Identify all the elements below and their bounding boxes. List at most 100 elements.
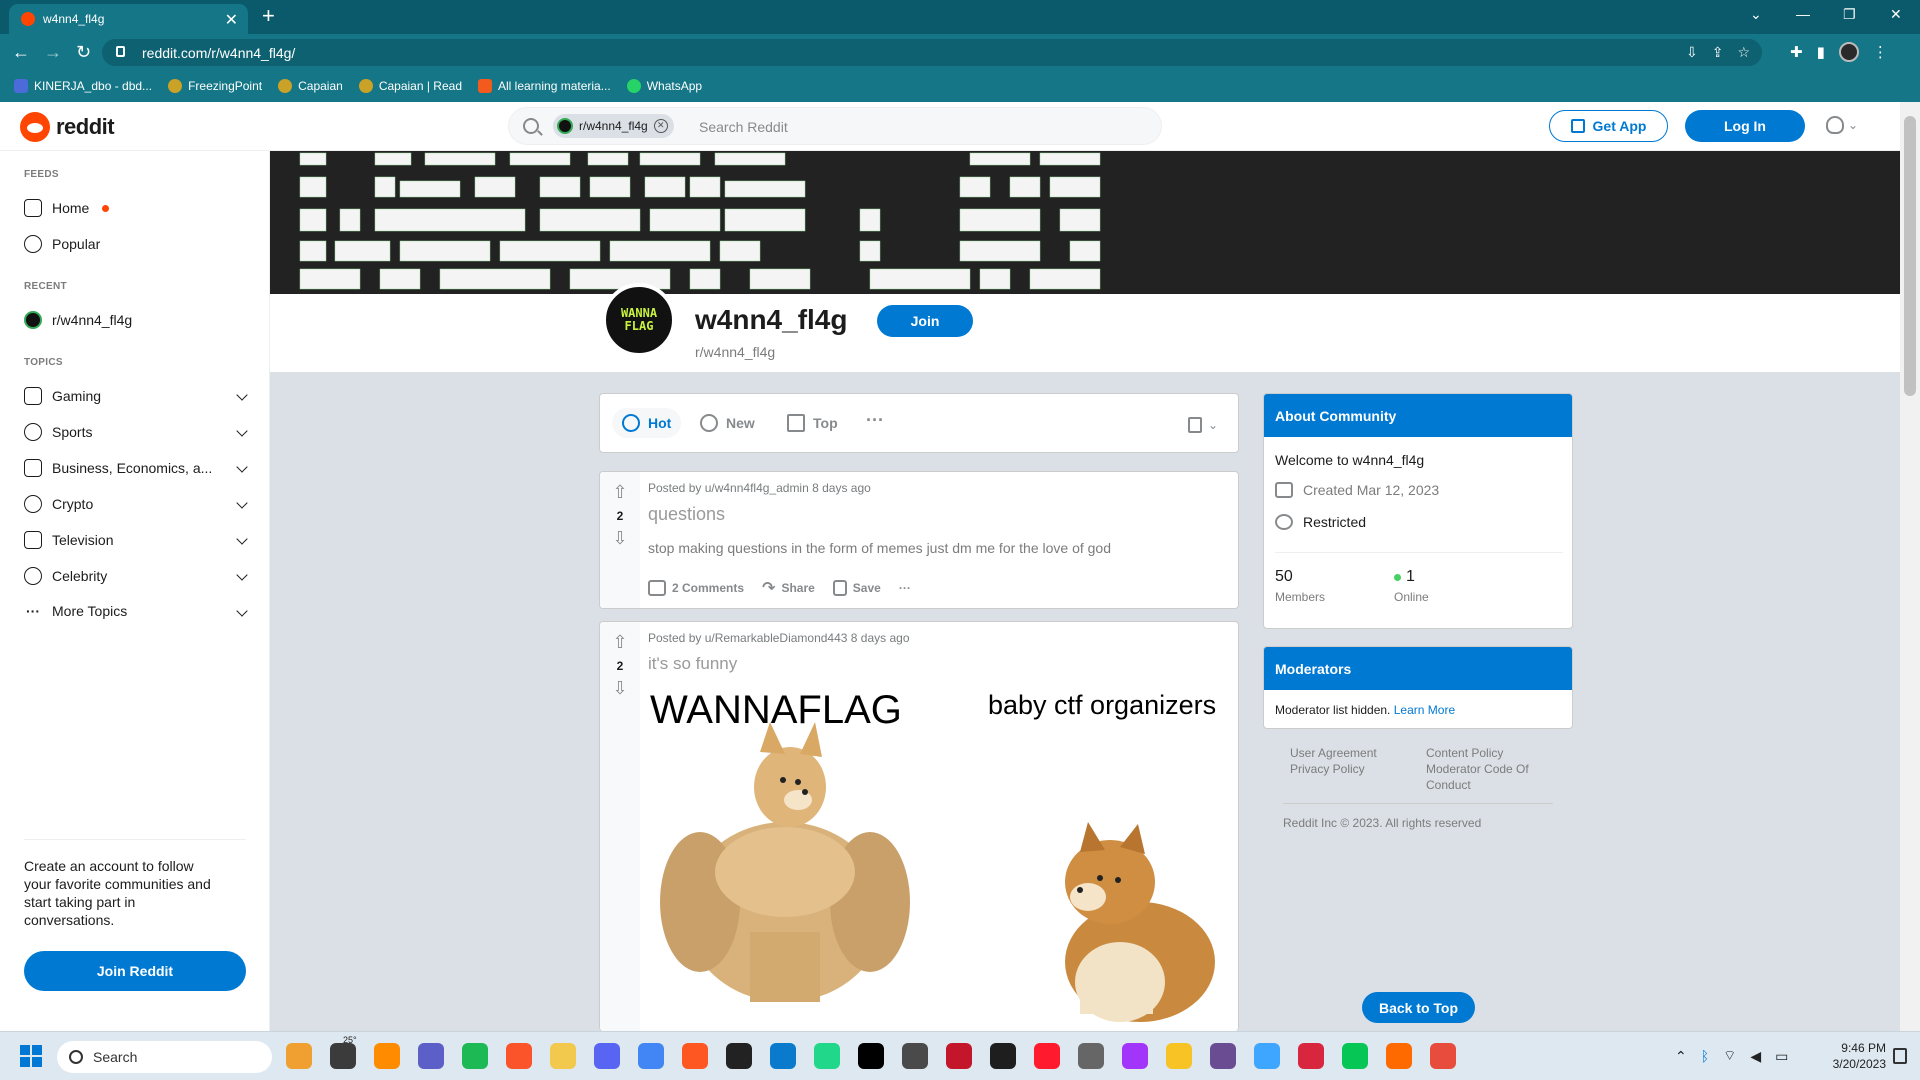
bookmark-item[interactable]: Capaian (278, 79, 343, 93)
upvote-icon[interactable]: ⇧ (611, 632, 629, 652)
taskbar-app-icon[interactable] (462, 1043, 488, 1069)
taskbar-app-icon[interactable] (1298, 1043, 1324, 1069)
taskbar-app-icon[interactable] (726, 1043, 752, 1069)
reddit-logo[interactable]: reddit (20, 112, 115, 142)
join-button[interactable]: Join (877, 305, 973, 337)
sidebar-item-gaming[interactable]: Gaming (24, 387, 248, 405)
taskbar-search-input[interactable]: Search (57, 1041, 272, 1073)
tab-close-button[interactable]: ✕ (225, 10, 238, 30)
post-title[interactable]: questions (648, 504, 725, 525)
back-to-top-button[interactable]: Back to Top (1362, 992, 1475, 1023)
taskbar-app-icon[interactable] (1034, 1043, 1060, 1069)
sidebar-item-popular[interactable]: Popular (24, 235, 246, 253)
sort-hot-button[interactable]: Hot (612, 408, 682, 438)
post-title[interactable]: it's so funny (648, 654, 737, 674)
taskbar-app-icon[interactable] (770, 1043, 796, 1069)
post-more-button[interactable]: ··· (899, 581, 911, 595)
taskbar-app-icon[interactable] (374, 1043, 400, 1069)
sidebar-item-business[interactable]: Business, Economics, a... (24, 459, 248, 477)
post-card[interactable]: ⇧ 2 ⇩ Posted by u/RemarkableDiamond443 8… (599, 621, 1239, 1031)
meme-image[interactable]: WANNAFLAG baby ctf organizers (640, 682, 1238, 1031)
battery-icon[interactable]: ▭ (1775, 1048, 1788, 1065)
back-icon[interactable]: ← (12, 42, 30, 63)
sort-top-button[interactable]: Top (787, 414, 838, 432)
taskbar-app-icon[interactable] (946, 1043, 972, 1069)
moderator-code-link[interactable]: Moderator Code Of (1426, 761, 1529, 777)
sidebar-item-more-topics[interactable]: ··· More Topics (24, 603, 248, 619)
taskbar-app-icon[interactable] (286, 1043, 312, 1069)
side-panel-icon[interactable]: ▮ (1817, 43, 1825, 61)
comments-button[interactable]: 2 Comments (648, 580, 744, 596)
upvote-icon[interactable]: ⇧ (611, 482, 629, 502)
taskbar-app-icon[interactable] (418, 1043, 444, 1069)
taskbar-clock[interactable]: 9:46 PM 3/20/2023 (1822, 1040, 1886, 1072)
profile-avatar[interactable] (1838, 42, 1859, 62)
omnibox[interactable]: reddit.com/r/w4nn4_fl4g/ ⇩ ⇪ ☆ (102, 39, 1762, 66)
volume-icon[interactable]: ◀ (1750, 1048, 1761, 1065)
bookmark-item[interactable]: FreezingPoint (168, 79, 262, 93)
taskbar-app-icon[interactable] (1166, 1043, 1192, 1069)
sidebar-item-celebrity[interactable]: Celebrity (24, 567, 248, 585)
taskbar-app-icon[interactable] (902, 1043, 928, 1069)
reload-icon[interactable]: ↻ (76, 42, 91, 63)
layout-toggle[interactable]: ⌄ (1188, 416, 1218, 434)
sidebar-item-crypto[interactable]: Crypto (24, 495, 248, 513)
tab-search-icon[interactable]: ⌄ (1750, 6, 1762, 23)
wifi-icon[interactable]: ⌔ (1723, 1047, 1736, 1065)
sort-more-button[interactable]: ··· (866, 410, 884, 431)
notification-icon[interactable] (1893, 1048, 1907, 1064)
chevron-up-icon[interactable]: ⌃ (1675, 1048, 1687, 1065)
user-agreement-link[interactable]: User Agreement (1290, 745, 1377, 761)
get-app-button[interactable]: Get App (1549, 110, 1668, 142)
close-window-button[interactable]: ✕ (1890, 6, 1902, 23)
taskbar-app-icon[interactable] (1254, 1043, 1280, 1069)
bookmark-item[interactable]: WhatsApp (626, 79, 702, 93)
browser-tab[interactable]: w4nn4_fl4g ✕ (9, 4, 248, 34)
page-scrollbar[interactable] (1900, 102, 1920, 1031)
install-icon[interactable]: ⇩ (1686, 44, 1698, 61)
login-button[interactable]: Log In (1685, 110, 1805, 142)
taskbar-app-icon[interactable] (330, 1043, 356, 1069)
downvote-icon[interactable]: ⇩ (611, 528, 629, 548)
taskbar-app-icon[interactable] (1430, 1043, 1456, 1069)
bluetooth-icon[interactable]: ᛒ (1701, 1048, 1709, 1064)
taskbar-app-icon[interactable] (550, 1043, 576, 1069)
sidebar-item-recent-subreddit[interactable]: r/w4nn4_fl4g (24, 311, 246, 329)
taskbar-app-icon[interactable] (1078, 1043, 1104, 1069)
taskbar-app-icon[interactable] (1122, 1043, 1148, 1069)
search-subreddit-chip[interactable]: r/w4nn4_fl4g ✕ (553, 114, 674, 138)
privacy-policy-link[interactable]: Privacy Policy (1290, 761, 1365, 777)
close-icon[interactable]: ✕ (653, 119, 668, 133)
scrollbar-thumb[interactable] (1904, 116, 1916, 396)
taskbar-app-icon[interactable] (1210, 1043, 1236, 1069)
minimize-button[interactable]: — (1796, 6, 1810, 22)
user-menu[interactable]: ⌄ (1826, 116, 1858, 134)
url-text[interactable]: reddit.com/r/w4nn4_fl4g/ (142, 45, 295, 61)
star-icon[interactable]: ☆ (1737, 44, 1750, 61)
share-icon[interactable]: ⇪ (1712, 44, 1724, 61)
taskbar-app-icon[interactable] (814, 1043, 840, 1069)
sort-new-button[interactable]: New (700, 414, 755, 432)
taskbar-app-icon[interactable] (594, 1043, 620, 1069)
forward-icon[interactable]: → (44, 42, 62, 63)
taskbar-app-icon[interactable] (1342, 1043, 1368, 1069)
taskbar-app-icon[interactable] (682, 1043, 708, 1069)
sidebar-item-home[interactable]: Home (24, 199, 246, 217)
puzzle-icon[interactable]: ✚ (1790, 43, 1803, 61)
bookmark-item[interactable]: All learning materia... (478, 79, 611, 93)
taskbar-app-icon[interactable] (638, 1043, 664, 1069)
kebab-menu-icon[interactable]: ⋮ (1873, 43, 1888, 61)
sidebar-item-sports[interactable]: Sports (24, 423, 248, 441)
share-button[interactable]: ↷ Share (762, 578, 815, 598)
windows-start-icon[interactable] (20, 1045, 42, 1067)
learn-more-link[interactable]: Learn More (1394, 703, 1455, 717)
sidebar-item-television[interactable]: Television (24, 531, 248, 549)
join-reddit-button[interactable]: Join Reddit (24, 951, 246, 991)
downvote-icon[interactable]: ⇩ (611, 678, 629, 698)
save-button[interactable]: Save (832, 580, 881, 596)
taskbar-app-icon[interactable] (506, 1043, 532, 1069)
new-tab-button[interactable]: + (262, 3, 275, 29)
restore-button[interactable]: ❐ (1843, 6, 1856, 23)
post-card[interactable]: ⇧ 2 ⇩ Posted by u/w4nn4fl4g_admin 8 days… (599, 471, 1239, 609)
taskbar-app-icon[interactable] (1386, 1043, 1412, 1069)
